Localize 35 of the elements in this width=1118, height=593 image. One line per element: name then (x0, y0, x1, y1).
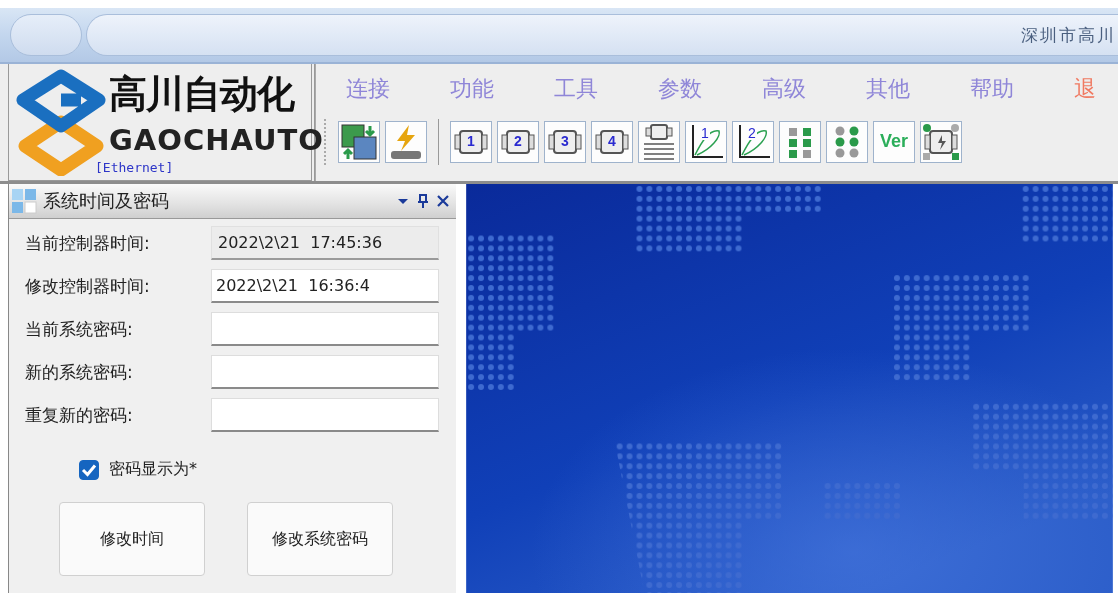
action-button[interactable]: 修改系统密码 (247, 502, 393, 576)
panel-icon (11, 188, 37, 214)
chart-button[interactable]: 1 (685, 120, 727, 163)
copy-button[interactable] (338, 120, 380, 163)
logo-text: GAOCHAUTO (109, 123, 324, 157)
field-label: 新的系统密码: (25, 360, 134, 384)
grid-button[interactable] (779, 120, 821, 163)
motor-button[interactable] (638, 120, 680, 163)
motor-button[interactable]: 3 (544, 120, 586, 163)
motor-button[interactable]: 2 (497, 120, 539, 163)
field-label: 当前系统密码: (25, 317, 134, 341)
input-field[interactable] (211, 398, 439, 432)
dots-button[interactable] (826, 120, 868, 163)
input-field[interactable] (211, 312, 439, 346)
checkbox-label: 密码显示为* (109, 459, 197, 480)
window-title: 深圳市高川 (1021, 23, 1117, 47)
logo-name: 高川自动化 (109, 71, 296, 118)
lightning-button[interactable] (385, 120, 427, 163)
checkbox[interactable] (79, 459, 99, 480)
chart-button[interactable]: 2 (732, 120, 774, 163)
pin-icon[interactable] (416, 194, 430, 208)
field-label: 修改控制器时间: (25, 274, 151, 298)
motor-button[interactable] (920, 120, 962, 163)
field-label: 当前控制器时间: (25, 231, 151, 255)
connection-label: [Ethernet] (95, 160, 175, 177)
motor-button[interactable]: 4 (591, 120, 633, 163)
action-button[interactable]: 修改时间 (59, 502, 205, 576)
close-icon[interactable] (436, 194, 450, 208)
motor-icon (922, 122, 960, 161)
motor-button[interactable]: 1 (450, 120, 492, 163)
field-label: 重复新的密码: (25, 403, 134, 427)
input-field[interactable] (211, 355, 439, 389)
copy-icon (340, 122, 378, 161)
input-field[interactable]: 2022\2\21 16:36:4 (211, 269, 439, 303)
panel-title: 系统时间及密码 (43, 189, 170, 213)
